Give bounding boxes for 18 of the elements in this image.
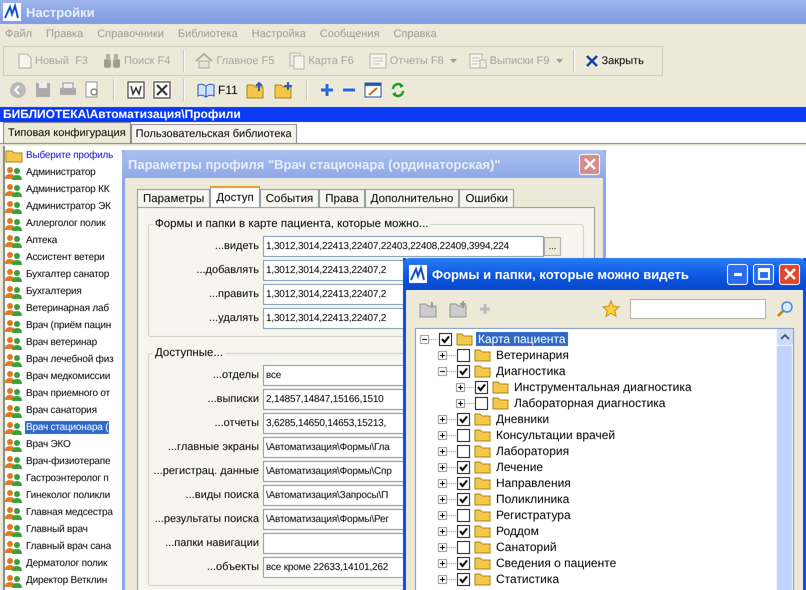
field-label: ...регистрац. данные xyxy=(152,465,260,477)
group-label: Доступные... xyxy=(154,347,224,359)
field-label: ...результаты поиска xyxy=(154,513,260,525)
field-label: ...отчеты xyxy=(213,417,260,429)
group-label: Формы и папки в карте пациента, которые можно... xyxy=(154,218,430,230)
field-label: ...править xyxy=(208,288,260,300)
dialog-title: Параметры профиля "Врач стационара (ординаторская)" xyxy=(128,156,501,172)
field-label: ...виды поиска xyxy=(184,489,260,501)
path-bar: БИБЛИОТЕКА\Автоматизация\Профили xyxy=(0,107,806,122)
field-label: ...отделы xyxy=(212,369,260,381)
field-label: ...папки навигации xyxy=(164,537,260,549)
field-label: ...видеть xyxy=(214,240,260,252)
field-label: ...главные экраны xyxy=(166,441,260,453)
field-label: ...выписки xyxy=(206,393,260,405)
field-label: ...добавлять xyxy=(195,264,260,276)
field-label: ...объекты xyxy=(206,561,260,573)
field-label: ...удалять xyxy=(208,312,260,324)
window-title: Настройки xyxy=(26,4,95,20)
